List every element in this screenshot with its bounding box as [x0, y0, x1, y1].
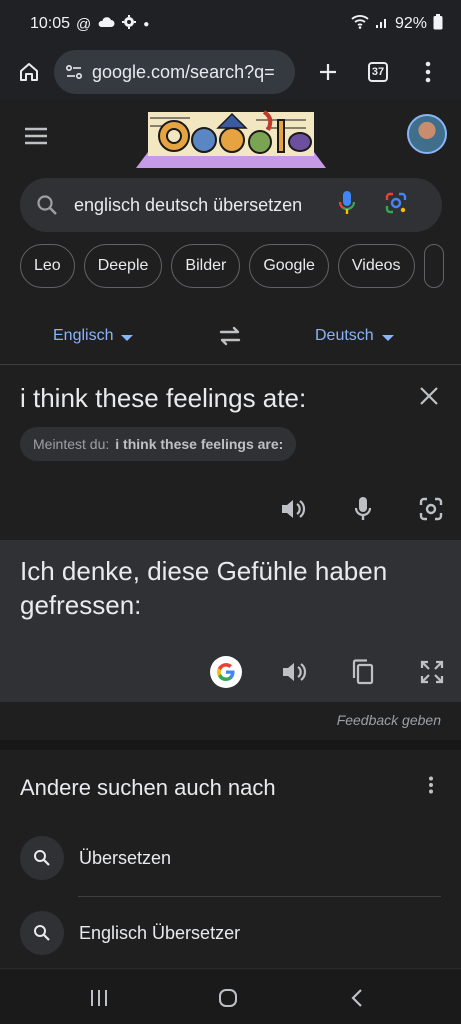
url-text[interactable]: google.com/search?q=: [92, 62, 275, 83]
recent-apps-button[interactable]: [85, 984, 113, 1012]
feedback-link[interactable]: Feedback geben: [337, 712, 441, 728]
chip-deeple[interactable]: Deeple: [83, 244, 163, 288]
dot-icon: ●: [143, 18, 150, 30]
menu-button[interactable]: [22, 122, 50, 150]
back-icon: [351, 989, 362, 1007]
google-doodle[interactable]: [136, 108, 326, 170]
copy-translation-button[interactable]: [347, 656, 379, 688]
mic-icon: [338, 190, 356, 214]
listen-source-button[interactable]: [279, 495, 307, 523]
lens-icon: [385, 192, 407, 213]
voice-input-button[interactable]: [349, 495, 377, 523]
related-search-item[interactable]: Übersetzen: [20, 828, 441, 888]
divider: [78, 896, 441, 897]
system-nav-bar: [0, 970, 461, 1024]
source-language-label: Englisch: [53, 327, 114, 344]
tab-switcher-button[interactable]: 37: [353, 47, 403, 97]
home-nav-button[interactable]: [214, 984, 242, 1012]
divider: [0, 968, 461, 969]
more-vert-icon: [429, 776, 433, 794]
address-bar[interactable]: google.com/search?q=: [54, 50, 295, 94]
cloud-icon: [97, 15, 115, 33]
speaker-icon: [283, 663, 307, 681]
mic-icon: [354, 497, 372, 520]
related-search-item[interactable]: Englisch Übersetzer: [20, 903, 441, 963]
voice-search-button[interactable]: [338, 190, 356, 221]
site-settings-icon[interactable]: [64, 62, 84, 82]
related-search-label[interactable]: Englisch Übersetzer: [79, 923, 240, 944]
home-button[interactable]: [4, 47, 54, 97]
new-tab-button[interactable]: [303, 47, 353, 97]
search-input[interactable]: englisch deutsch übersetzen: [74, 195, 322, 216]
camera-translate-button[interactable]: [417, 495, 445, 523]
related-search-label[interactable]: Übersetzen: [79, 848, 171, 869]
status-time: 10:05: [30, 15, 71, 32]
clear-text-button[interactable]: [418, 385, 440, 412]
swap-languages-button[interactable]: [217, 324, 243, 353]
target-language-label: Deutsch: [315, 327, 374, 344]
close-icon: [420, 387, 438, 405]
source-text-input[interactable]: i think these feelings ate:: [20, 383, 306, 414]
camera-lens-icon: [419, 497, 443, 521]
listen-translation-button[interactable]: [278, 656, 310, 688]
chevron-down-icon: [381, 334, 394, 341]
home-icon: [20, 63, 38, 81]
speaker-icon: [282, 500, 306, 518]
hamburger-icon: [25, 127, 47, 145]
chip-more[interactable]: [423, 244, 444, 288]
related-searches-title: Andere suchen auch nach: [20, 775, 276, 800]
google-translate-open-button[interactable]: [210, 656, 242, 688]
google-g-icon: [210, 656, 242, 688]
language-selector-bar: Englisch Deutsch: [0, 310, 461, 362]
source-language-dropdown[interactable]: Englisch: [53, 327, 134, 345]
more-vert-icon: [425, 61, 431, 83]
chip-google[interactable]: Google: [249, 244, 329, 288]
chip-bilder[interactable]: Bilder: [171, 244, 241, 288]
did-you-mean-suggestion[interactable]: Meintest du: i think these feelings are:: [20, 427, 297, 461]
did-you-mean-label: Meintest du:: [33, 436, 110, 452]
home-circle-icon: [219, 989, 237, 1007]
avatar[interactable]: [407, 114, 447, 154]
browser-toolbar: google.com/search?q= 37: [0, 44, 461, 100]
status-bar: 10:05 @ ● 92%: [0, 0, 461, 48]
plus-icon: [320, 64, 336, 80]
swap-icon: [219, 326, 241, 346]
wifi-icon: [351, 14, 369, 34]
gear-icon: [121, 14, 137, 35]
target-language-dropdown[interactable]: Deutsch: [315, 327, 394, 345]
chip-leo[interactable]: Leo: [20, 244, 75, 288]
search-results-page: englisch deutsch übersetzen Leo Deeple B…: [0, 100, 461, 970]
at-icon: @: [76, 15, 92, 33]
did-you-mean-value[interactable]: i think these feelings are:: [115, 436, 283, 452]
fullscreen-button[interactable]: [416, 656, 448, 688]
search-box[interactable]: englisch deutsch übersetzen: [20, 178, 442, 232]
battery-icon: [433, 13, 443, 35]
browser-menu-button[interactable]: [403, 47, 453, 97]
expand-icon: [420, 660, 444, 684]
back-button[interactable]: [343, 984, 371, 1012]
google-header: [0, 100, 461, 170]
search-icon: [37, 195, 57, 215]
search-filter-chips: Leo Deeple Bilder Google Videos: [20, 244, 461, 288]
search-icon: [20, 911, 64, 955]
chevron-down-icon: [121, 334, 134, 341]
related-options-button[interactable]: [428, 776, 434, 799]
section-separator: [0, 740, 461, 750]
recents-icon: [91, 990, 107, 1006]
search-icon: [20, 836, 64, 880]
copy-icon: [352, 659, 374, 685]
battery-level: 92%: [394, 15, 427, 32]
signal-icon: [375, 15, 389, 34]
tab-count: 37: [368, 62, 388, 82]
lens-button[interactable]: [384, 191, 408, 220]
chip-videos[interactable]: Videos: [337, 244, 415, 288]
source-text-panel: i think these feelings ate: Meintest du:…: [0, 365, 461, 539]
translation-output-panel: Ich denke, diese Gefühle haben gefressen…: [0, 540, 461, 702]
translated-text: Ich denke, diese Gefühle haben gefressen…: [20, 556, 388, 620]
